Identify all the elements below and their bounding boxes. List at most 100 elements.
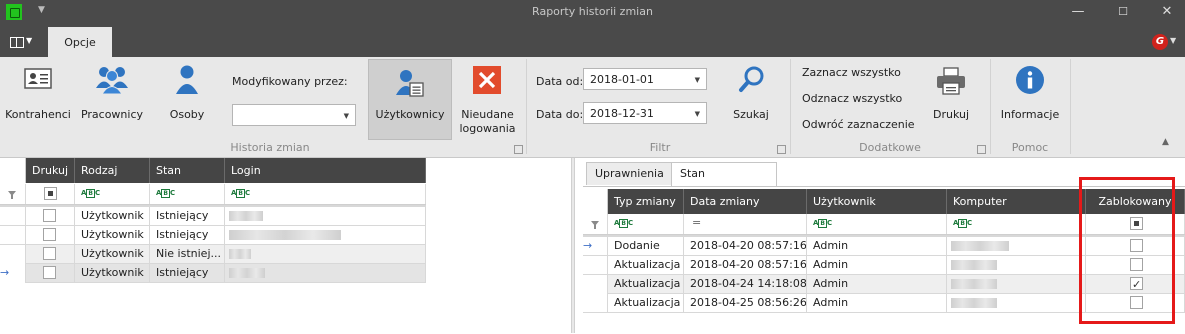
typ-zmiany-cell: Dodanie <box>608 237 684 256</box>
typ-zmiany-cell: Aktualizacja <box>608 256 684 275</box>
rodzaj-cell: Użytkownik <box>75 245 150 264</box>
drukuj-cell[interactable] <box>26 264 75 283</box>
filter-uzytkownik[interactable]: ABC <box>807 214 947 234</box>
row-indicator <box>0 245 26 264</box>
group-label-pomoc: Pomoc <box>1011 141 1049 154</box>
brand-logo-icon[interactable]: G <box>1152 34 1168 50</box>
people-group-icon <box>96 67 128 94</box>
filter-komputer[interactable]: ABC <box>947 214 1086 234</box>
row-indicator <box>0 207 26 226</box>
osoby-button[interactable]: Osoby <box>153 59 221 138</box>
column-header-typ-zmiany[interactable]: Typ zmiany <box>608 189 684 214</box>
filter-row-indicator <box>583 214 608 234</box>
redacted-login <box>229 211 263 221</box>
uzytkownik-cell: Admin <box>807 294 947 313</box>
redacted-computer <box>951 279 997 289</box>
file-menu-button[interactable]: ▼ <box>8 35 34 49</box>
collapse-ribbon-icon[interactable]: ▲ <box>1162 137 1169 147</box>
filter-funnel-icon <box>591 221 599 229</box>
drukuj-cell[interactable] <box>26 207 75 226</box>
redacted-login <box>229 268 265 278</box>
filter-stan[interactable]: ABC <box>150 184 225 204</box>
filter-data-zmiany[interactable]: = <box>684 214 807 234</box>
odznacz-wszystko-button[interactable]: Odznacz wszystko <box>802 92 902 105</box>
tab-uprawnienia[interactable]: Uprawnienia <box>586 162 672 185</box>
group-label-dodatkowe: Dodatkowe <box>859 141 921 154</box>
column-header-rodzaj[interactable]: Rodzaj <box>75 158 150 183</box>
filter-checkbox[interactable] <box>44 187 57 200</box>
drukuj-checkbox[interactable] <box>43 209 56 222</box>
drukuj-button[interactable]: Drukuj <box>922 59 980 138</box>
chevron-down-icon[interactable]: ▼ <box>1170 36 1176 45</box>
dodatkowe-dialog-launcher-icon[interactable] <box>977 145 986 154</box>
row-indicator-header <box>0 158 26 183</box>
data-do-value: 2018-12-31 <box>590 107 654 120</box>
drukuj-cell[interactable] <box>26 245 75 264</box>
column-header-komputer[interactable]: Komputer <box>947 189 1086 214</box>
data-od-picker[interactable]: 2018-01-01 ▼ <box>583 68 707 90</box>
row-indicator <box>583 256 608 275</box>
drukuj-checkbox[interactable] <box>43 247 56 260</box>
kontrahenci-button[interactable]: Kontrahenci <box>4 59 72 138</box>
informacje-button[interactable]: Informacje <box>996 59 1064 138</box>
text-filter-icon: ABC <box>614 219 634 228</box>
stan-cell: Istniejący <box>150 226 225 245</box>
redacted-login <box>229 230 341 240</box>
redacted-computer <box>951 260 997 270</box>
uzytkownik-cell: Admin <box>807 275 947 294</box>
modyfikowany-przez-label: Modyfikowany przez: <box>232 75 348 88</box>
person-icon <box>176 65 198 94</box>
pracownicy-button[interactable]: Pracownicy <box>78 59 146 138</box>
historia-zmian-dialog-launcher-icon[interactable] <box>514 145 523 154</box>
modyfikowany-przez-select[interactable]: ▼ <box>232 104 356 126</box>
data-do-picker[interactable]: 2018-12-31 ▼ <box>583 102 707 124</box>
panel-splitter[interactable] <box>571 158 575 333</box>
filter-funnel-icon <box>8 191 16 199</box>
table-row[interactable]: Użytkownik Istniejący <box>0 207 426 226</box>
rodzaj-cell: Użytkownik <box>75 226 150 245</box>
text-filter-icon: ABC <box>81 189 101 198</box>
info-icon <box>1016 66 1044 94</box>
left-grid-header: Drukuj Rodzaj Stan Login <box>0 158 426 183</box>
column-header-login[interactable]: Login <box>225 158 426 183</box>
group-separator <box>1070 59 1071 154</box>
table-row[interactable]: Użytkownik Istniejący <box>0 226 426 245</box>
drukuj-checkbox[interactable] <box>43 266 56 279</box>
rodzaj-cell: Użytkownik <box>75 207 150 226</box>
filter-login[interactable]: ABC <box>225 184 426 204</box>
data-od-label: Data od: <box>536 75 584 88</box>
nieudane-logowania-button[interactable]: Nieudane logowania <box>455 59 520 138</box>
uzytkownicy-button[interactable]: Użytkownicy <box>368 59 452 140</box>
close-button[interactable]: ✕ <box>1152 2 1182 22</box>
text-filter-icon: ABC <box>953 219 973 228</box>
text-filter-icon: ABC <box>156 189 176 198</box>
chevron-down-icon: ▼ <box>26 36 33 45</box>
left-filter-row: ABC ABC ABC <box>0 184 426 205</box>
odwroc-zaznaczenie-button[interactable]: Odwróć zaznaczenie <box>802 118 915 131</box>
filter-rodzaj[interactable]: ABC <box>75 184 150 204</box>
filter-typ-zmiany[interactable]: ABC <box>608 214 684 234</box>
column-header-stan[interactable]: Stan <box>150 158 225 183</box>
kontrahenci-label: Kontrahenci <box>5 108 71 121</box>
tab-opcje[interactable]: Opcje <box>48 27 112 57</box>
filter-drukuj[interactable] <box>26 184 75 204</box>
maximize-button[interactable]: ☐ <box>1108 2 1138 22</box>
tab-stan-aktywnosci[interactable]: Stan aktywności <box>671 162 777 202</box>
table-row[interactable]: Użytkownik Nie istniej... <box>0 245 426 264</box>
login-cell <box>225 207 426 226</box>
filtr-dialog-launcher-icon[interactable] <box>777 145 786 154</box>
column-header-data-zmiany[interactable]: Data zmiany <box>684 189 807 214</box>
redacted-login <box>229 249 251 259</box>
komputer-cell <box>947 256 1086 275</box>
szukaj-button[interactable]: Szukaj <box>720 59 782 138</box>
row-indicator <box>583 275 608 294</box>
table-row-focused[interactable]: → Użytkownik Istniejący <box>0 264 426 283</box>
focused-row-arrow-icon: → <box>0 266 10 279</box>
column-header-uzytkownik[interactable]: Użytkownik <box>807 189 947 214</box>
row-indicator <box>0 226 26 245</box>
drukuj-checkbox[interactable] <box>43 228 56 241</box>
minimize-button[interactable]: — <box>1063 2 1093 22</box>
drukuj-cell[interactable] <box>26 226 75 245</box>
zaznacz-wszystko-button[interactable]: Zaznacz wszystko <box>802 66 901 79</box>
column-header-drukuj[interactable]: Drukuj <box>26 158 75 183</box>
